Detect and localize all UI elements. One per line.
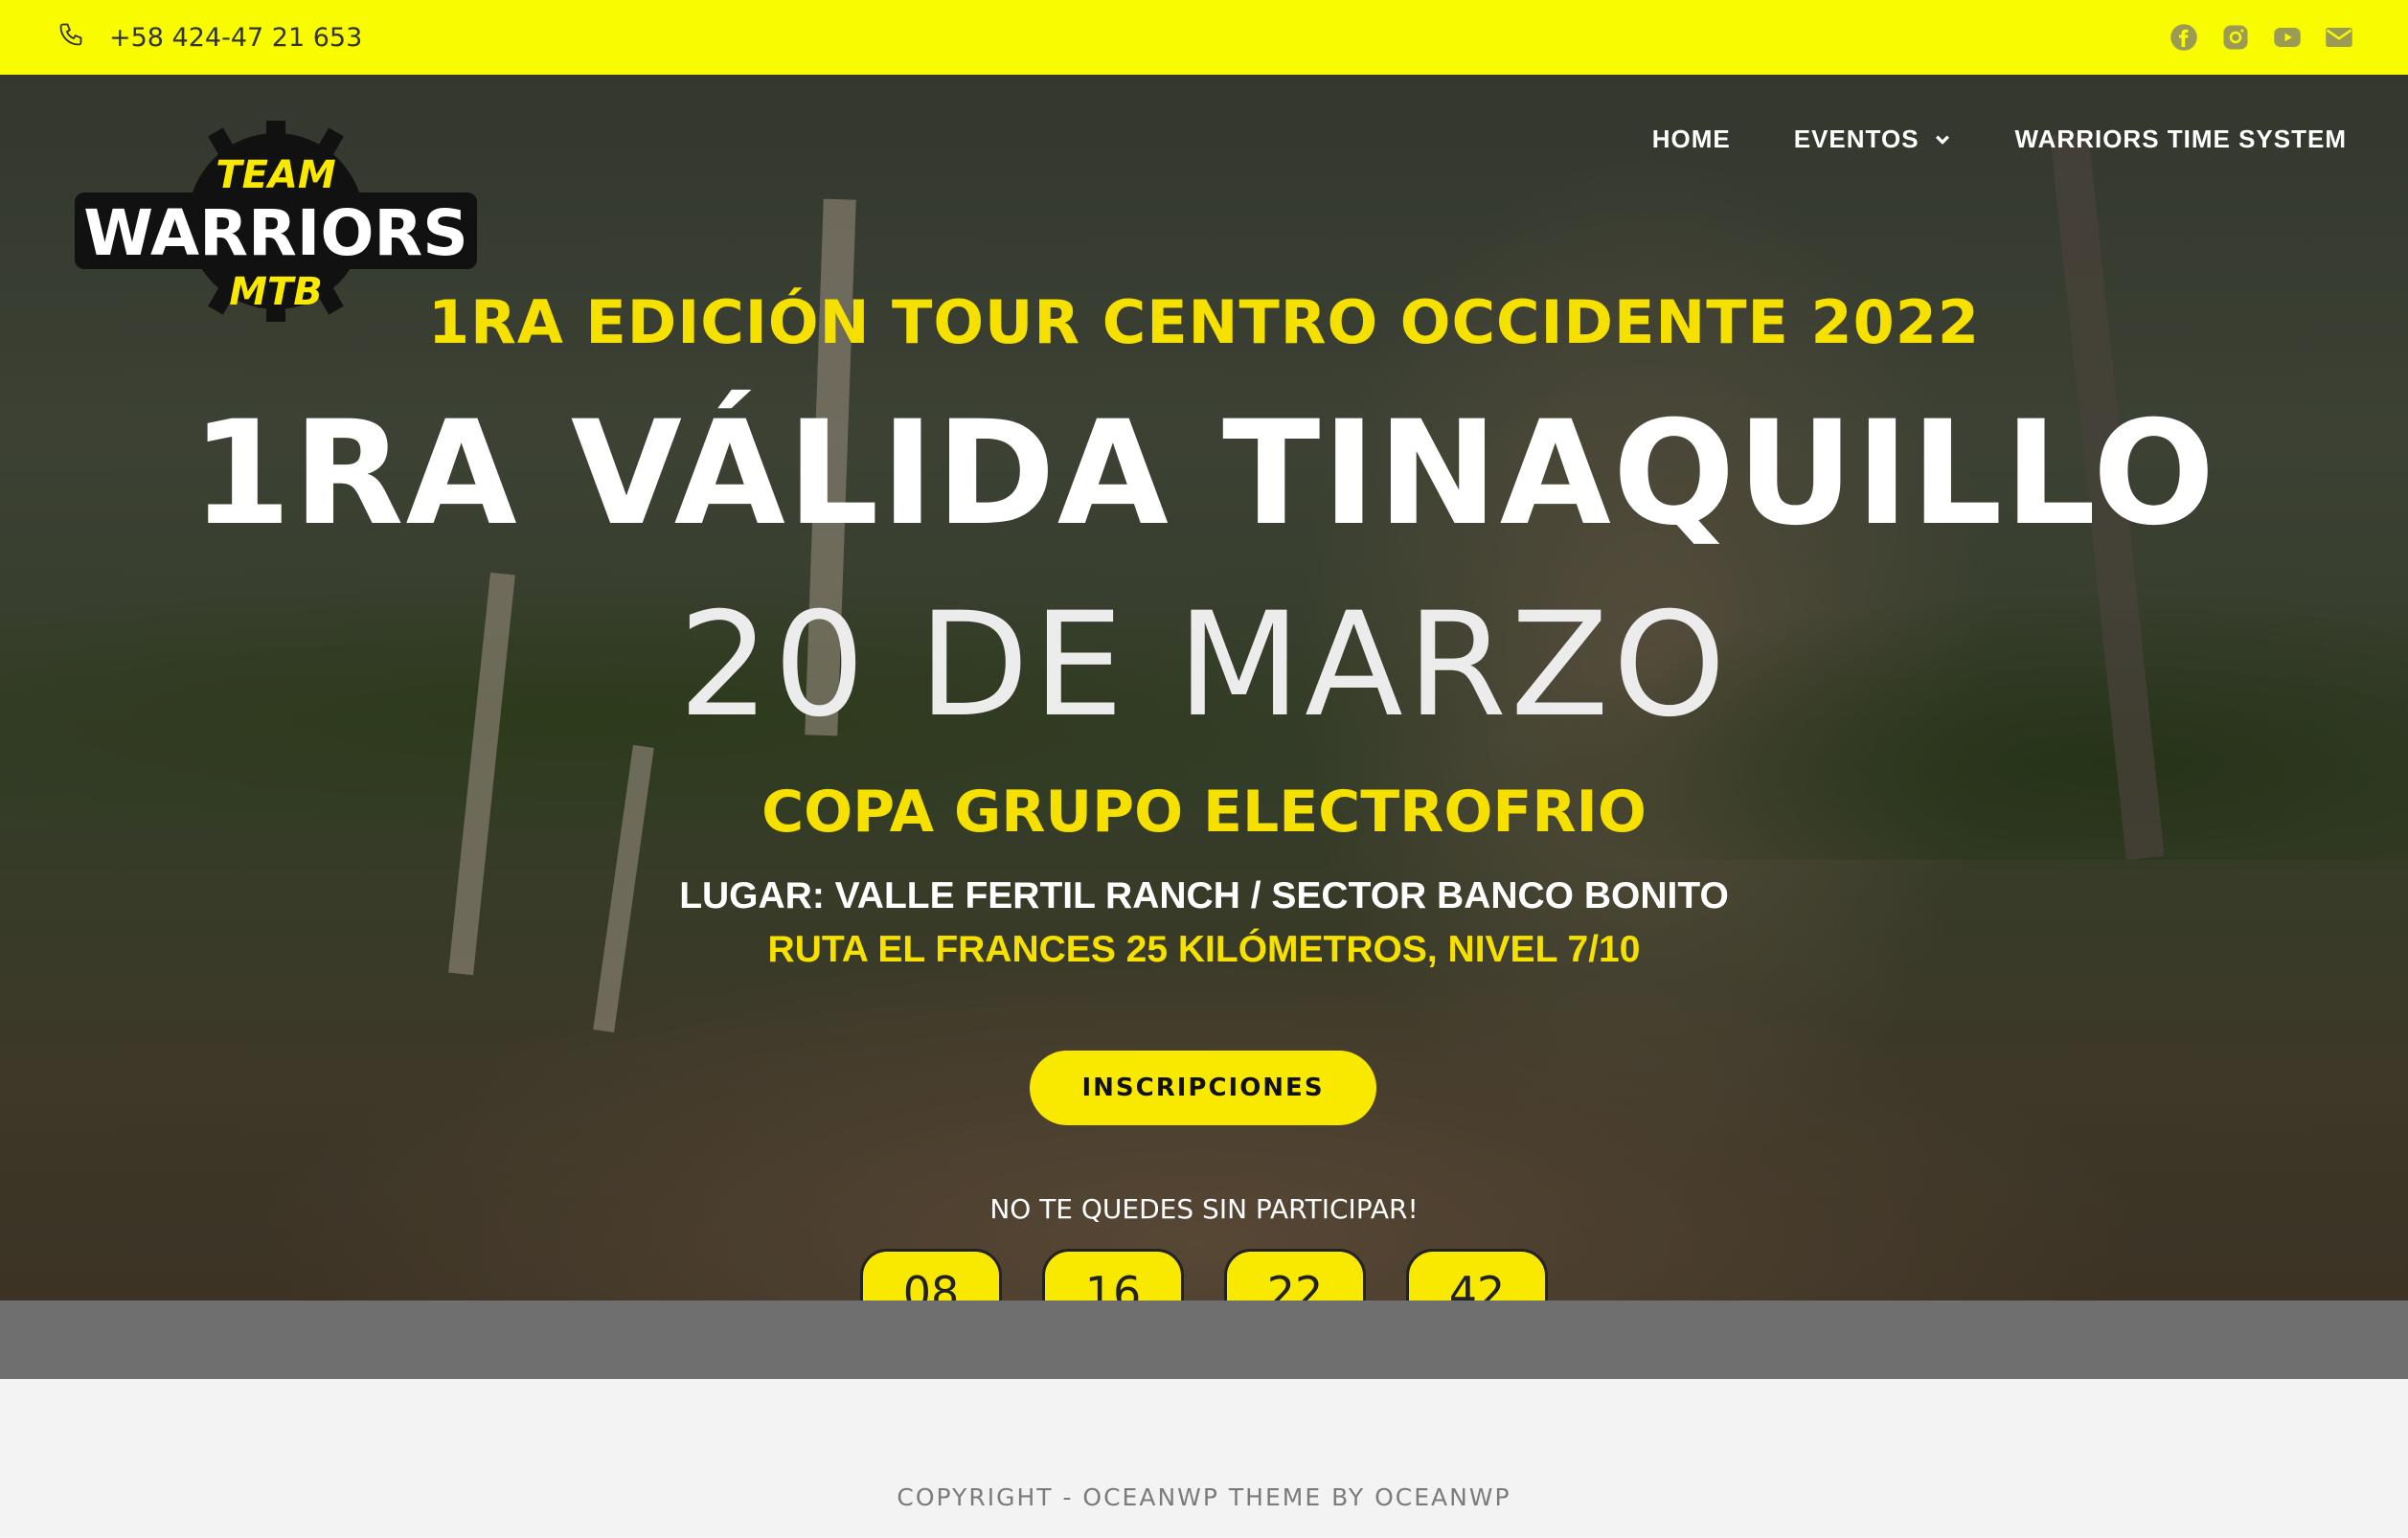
nav-warriors-time-system[interactable]: WARRIORS TIME SYSTEM <box>2015 124 2347 154</box>
top-bar: +58 424-47 21 653 <box>0 0 2408 75</box>
nav-eventos-label: EVENTOS <box>1793 124 1920 153</box>
event-date: 20 DE MARZO <box>678 582 1730 749</box>
copyright-text: COPYRIGHT - OCEANWP THEME BY OCEANWP <box>897 1482 1511 1511</box>
svg-text:TEAM: TEAM <box>216 153 335 197</box>
event-subtitle: 1RA EDICIÓN TOUR CENTRO OCCIDENTE 2022 <box>427 287 1981 357</box>
event-title: 1RA VÁLIDA TINAQUILLO <box>191 391 2217 557</box>
inscripciones-button[interactable]: INSCRIPCIONES <box>1030 1051 1376 1125</box>
svg-text:WARRIORS: WARRIORS <box>83 196 468 270</box>
main-nav: HOME EVENTOS WARRIORS TIME SYSTEM <box>1652 124 2347 154</box>
youtube-icon[interactable] <box>2272 22 2303 53</box>
phone-icon <box>57 21 84 55</box>
participate-notice: NO TE QUEDES SIN PARTICIPAR! <box>989 1193 1419 1225</box>
instagram-icon[interactable] <box>2220 22 2251 53</box>
social-links <box>2169 22 2354 53</box>
nav-eventos[interactable]: EVENTOS <box>1794 124 1952 154</box>
hero-section: TEAM WARRIORS MTB HOME EVENTOS WARRIORS … <box>0 75 2408 1379</box>
hero-bottom-band <box>0 1301 2408 1379</box>
chevron-down-icon <box>1935 134 1949 145</box>
phone-number: +58 424-47 21 653 <box>109 22 363 53</box>
phone-contact[interactable]: +58 424-47 21 653 <box>57 21 362 55</box>
facebook-icon[interactable] <box>2169 22 2199 53</box>
event-place: LUGAR: VALLE FERTIL RANCH / SECTOR BANCO… <box>679 875 1729 916</box>
footer: COPYRIGHT - OCEANWP THEME BY OCEANWP <box>0 1456 2408 1538</box>
nav-home[interactable]: HOME <box>1652 124 1731 154</box>
event-route: RUTA EL FRANCES 25 KILÓMETROS, NIVEL 7/1… <box>767 929 1641 970</box>
event-cup: COPA GRUPO ELECTROFRIO <box>761 779 1647 846</box>
email-icon[interactable] <box>2324 22 2354 53</box>
